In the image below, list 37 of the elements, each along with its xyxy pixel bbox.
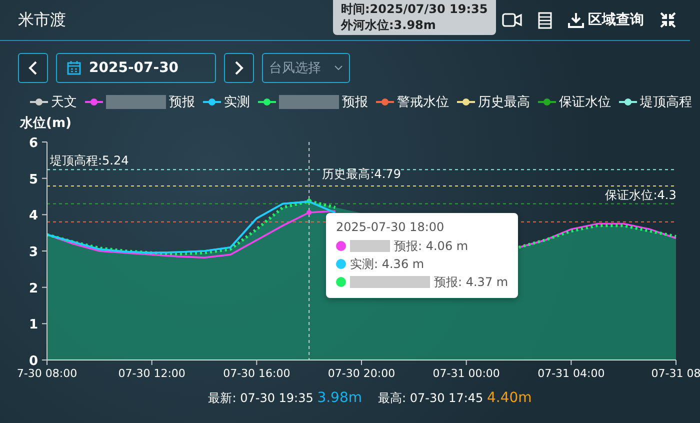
tooltip-value: 预报: 4.06 m [394, 238, 468, 255]
legend-label[interactable]: 堤顶高程 [640, 93, 692, 111]
max-reading: 最高: 07-30 17:45 4.40m [378, 390, 532, 407]
legend-label[interactable]: 警戒水位 [397, 93, 449, 111]
y-tick-label: 4 [28, 208, 38, 224]
legend-label[interactable]: 预报 [169, 93, 195, 111]
panel-title: 米市渡 [18, 10, 66, 30]
legend-label[interactable]: 实测 [224, 93, 250, 111]
legend-label[interactable]: 天文 [51, 93, 77, 111]
map-popup: 时间:2025/07/30 19:35 外河水位:3.98m [333, 0, 496, 35]
tooltip-title: 2025-07-30 18:00 [336, 220, 446, 234]
date-picker[interactable]: 2025-07-30 [56, 53, 216, 83]
latest-reading: 最新: 07-30 19:35 3.98m [208, 390, 362, 407]
tooltip-value: 实测: 4.36 m [350, 256, 424, 273]
y-tick-label: 1 [28, 318, 38, 333]
threshold-label: 堤顶高程:5.24 [50, 154, 129, 168]
legend-label[interactable]: 历史最高 [478, 93, 530, 111]
x-tick-label: 07-30 20:00 [328, 367, 396, 378]
y-axis-label: 水位(m) [20, 115, 72, 132]
x-tick-label: 07-31 08 [651, 367, 700, 378]
x-tick-label: 07-31 04:00 [538, 367, 605, 378]
y-tick-label: 5 [28, 172, 38, 188]
typhoon-select[interactable]: 台风选择 [262, 53, 350, 83]
x-tick-label: 07-31 00:00 [432, 367, 500, 378]
y-tick-label: 0 [28, 354, 38, 369]
x-tick-label: 07-30 16:00 [223, 367, 290, 378]
tooltip-value: 预报: 4.37 m [434, 274, 508, 291]
legend-label[interactable]: 保证水位 [559, 93, 611, 111]
y-tick-label: 2 [28, 281, 38, 296]
region-query-button[interactable]: 区域查询 [568, 11, 644, 29]
y-tick-label: 3 [28, 245, 38, 260]
y-tick-label: 6 [28, 136, 38, 151]
threshold-label: 历史最高:4.79 [322, 166, 401, 181]
threshold-label: 保证水位:4.3 [605, 188, 676, 202]
legend-label[interactable]: 预报 [342, 93, 368, 111]
x-tick-label: 7-30 08:00 [16, 367, 78, 378]
x-tick-label: 07-30 12:00 [118, 367, 186, 378]
